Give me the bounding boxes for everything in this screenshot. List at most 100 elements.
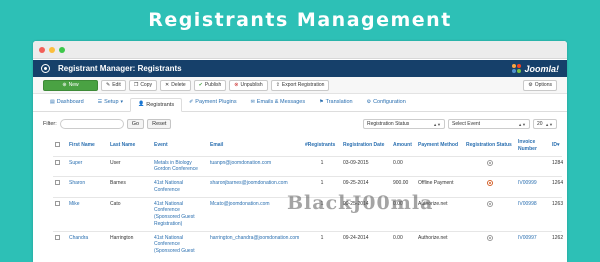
maximize-window-dot[interactable] xyxy=(59,46,65,53)
minimize-window-dot[interactable] xyxy=(49,46,55,53)
close-window-dot[interactable] xyxy=(39,46,45,53)
row-checkbox[interactable] xyxy=(55,200,60,206)
invoice-link[interactable]: IV00999 xyxy=(516,176,550,197)
col-first-name[interactable]: First Name xyxy=(67,136,108,156)
status-pending-icon[interactable] xyxy=(487,200,493,207)
unpublish-label: Unpublish xyxy=(240,82,263,88)
page-header: Registrant Manager: Registrants Joomla! xyxy=(33,60,567,77)
amount: 0.00 xyxy=(391,155,416,177)
list-limit-select[interactable]: 20 ▲▼ xyxy=(533,119,557,129)
col-payment-method[interactable]: Payment Method xyxy=(416,136,464,156)
event-link[interactable]: Metals in Biology Gordon Conference xyxy=(152,155,208,177)
chevron-down-icon: ▲▼ xyxy=(545,121,553,127)
col-last-name[interactable]: Last Name xyxy=(108,136,152,156)
invoice-link[interactable]: IV00998 xyxy=(516,196,550,231)
email-link[interactable]: harrington_chandra@joomdonation.com xyxy=(208,230,303,258)
registrants-header-icon xyxy=(41,64,50,73)
event-link[interactable]: 41st National Conference (Sponsored Gues… xyxy=(152,196,208,231)
event-link[interactable]: 41st National Conference xyxy=(152,176,208,197)
filter-bar: Filter: Go Reset Registration Status ▲▼ S… xyxy=(33,116,567,132)
tab-payment-plugins[interactable]: ✐ Payment Plugins xyxy=(182,97,243,111)
tab-label: Translation xyxy=(325,99,353,105)
registrant-count: 1 xyxy=(303,230,341,258)
chevron-down-icon: ▲▼ xyxy=(518,121,526,127)
copy-icon: ❐ xyxy=(133,81,139,88)
tab-label: Setup xyxy=(104,99,119,105)
page-title: Registrant Manager: Registrants xyxy=(58,64,182,73)
col-id[interactable]: ID▾ xyxy=(550,136,562,156)
user-icon: 👤 xyxy=(138,101,145,107)
export-label: Export Registration xyxy=(281,82,325,88)
options-button[interactable]: ⚙ Options xyxy=(523,79,557,91)
status-pending-icon[interactable] xyxy=(487,234,493,241)
filter-search-input[interactable] xyxy=(59,119,124,129)
new-label: New xyxy=(68,82,79,88)
new-button[interactable]: ⊕ New xyxy=(43,79,98,91)
tab-setup[interactable]: ☰ Setup ▾ xyxy=(91,97,130,111)
tab-registrants[interactable]: 👤 Registrants xyxy=(130,98,183,112)
row-select-cell xyxy=(53,230,67,258)
chevron-down-icon: ▲▼ xyxy=(433,121,441,127)
select-all-checkbox[interactable] xyxy=(55,141,60,147)
event-link[interactable]: 41st National Conference (Sponsored Gues… xyxy=(152,230,208,258)
delete-label: Delete xyxy=(171,82,186,88)
col-event[interactable]: Event xyxy=(152,136,208,156)
first-name-link[interactable]: Sharon xyxy=(67,176,108,197)
status-paid-icon[interactable] xyxy=(487,180,493,186)
go-button[interactable]: Go xyxy=(126,119,145,129)
first-name-link[interactable]: Mike xyxy=(67,196,108,231)
status-cell xyxy=(464,196,516,231)
row-id: 1284 xyxy=(550,155,563,177)
status-pending-icon[interactable] xyxy=(487,159,493,166)
limit-select-value: 20 xyxy=(537,121,543,127)
payment-method: Authorize.net xyxy=(416,230,464,258)
unpublish-button[interactable]: ⊗ Unpublish xyxy=(229,79,268,91)
edit-icon: ✎ xyxy=(106,81,111,88)
col-email[interactable]: Email xyxy=(208,136,303,156)
col-amount[interactable]: Amount xyxy=(391,136,416,156)
registration-status-select[interactable]: Registration Status ▲▼ xyxy=(363,119,445,129)
amount: 0.00 xyxy=(391,230,416,258)
dashboard-icon: ▤ xyxy=(50,98,55,105)
first-name-link[interactable]: Chandra xyxy=(67,230,108,258)
select-event-select[interactable]: Select Event ▲▼ xyxy=(448,119,530,129)
tab-label: Payment Plugins xyxy=(195,99,237,105)
row-checkbox[interactable] xyxy=(55,234,60,240)
col-invoice-number[interactable]: Invoice Number xyxy=(516,136,550,156)
publish-label: Publish xyxy=(204,82,222,88)
event-select-value: Select Event xyxy=(452,121,481,127)
col-registration-status[interactable]: Registration Status xyxy=(464,136,516,156)
delete-button[interactable]: ✕ Delete xyxy=(160,79,191,91)
export-icon: ⇪ xyxy=(275,81,280,88)
col-registrants[interactable]: #Registrants xyxy=(303,136,341,156)
last-name: Harrington xyxy=(108,230,152,258)
reset-button[interactable]: Reset xyxy=(147,119,172,129)
status-select-value: Registration Status xyxy=(367,121,410,127)
watermark: BlackJ00mla xyxy=(287,192,434,214)
export-registration-button[interactable]: ⇪ Export Registration xyxy=(270,79,330,91)
copy-button[interactable]: ❐ Copy xyxy=(128,79,157,91)
status-cell xyxy=(464,155,516,177)
edit-button[interactable]: ✎ Edit xyxy=(101,79,126,91)
tab-dashboard[interactable]: ▤ Dashboard xyxy=(43,97,91,111)
publish-button[interactable]: ✔ Publish xyxy=(193,79,227,91)
tab-label: Emails & Messages xyxy=(256,99,306,105)
invoice-link[interactable]: IV00997 xyxy=(516,230,550,258)
app-window: Registrant Manager: Registrants Joomla! … xyxy=(33,41,567,262)
row-id: 1262 xyxy=(550,230,563,258)
row-checkbox[interactable] xyxy=(55,180,60,185)
col-registration-date[interactable]: Registration Date xyxy=(341,136,391,156)
flag-icon: ⚑ xyxy=(319,98,324,105)
table-row: Chandra Harrington 41st National Confere… xyxy=(53,230,563,258)
envelope-icon: ✉ xyxy=(250,98,255,105)
invoice-link[interactable] xyxy=(516,155,550,177)
gear-icon: ⚙ xyxy=(366,98,372,105)
tab-emails-messages[interactable]: ✉ Emails & Messages xyxy=(244,97,313,111)
row-checkbox[interactable] xyxy=(55,159,60,165)
last-name: Cato xyxy=(108,196,152,231)
tab-configuration[interactable]: ⚙ Configuration xyxy=(360,97,413,111)
email-link[interactable]: tuanpn@joomdonation.com xyxy=(208,155,303,177)
tab-translation[interactable]: ⚑ Translation xyxy=(312,97,360,111)
first-name-link[interactable]: Super xyxy=(67,155,108,177)
plus-icon: ⊕ xyxy=(62,81,67,88)
